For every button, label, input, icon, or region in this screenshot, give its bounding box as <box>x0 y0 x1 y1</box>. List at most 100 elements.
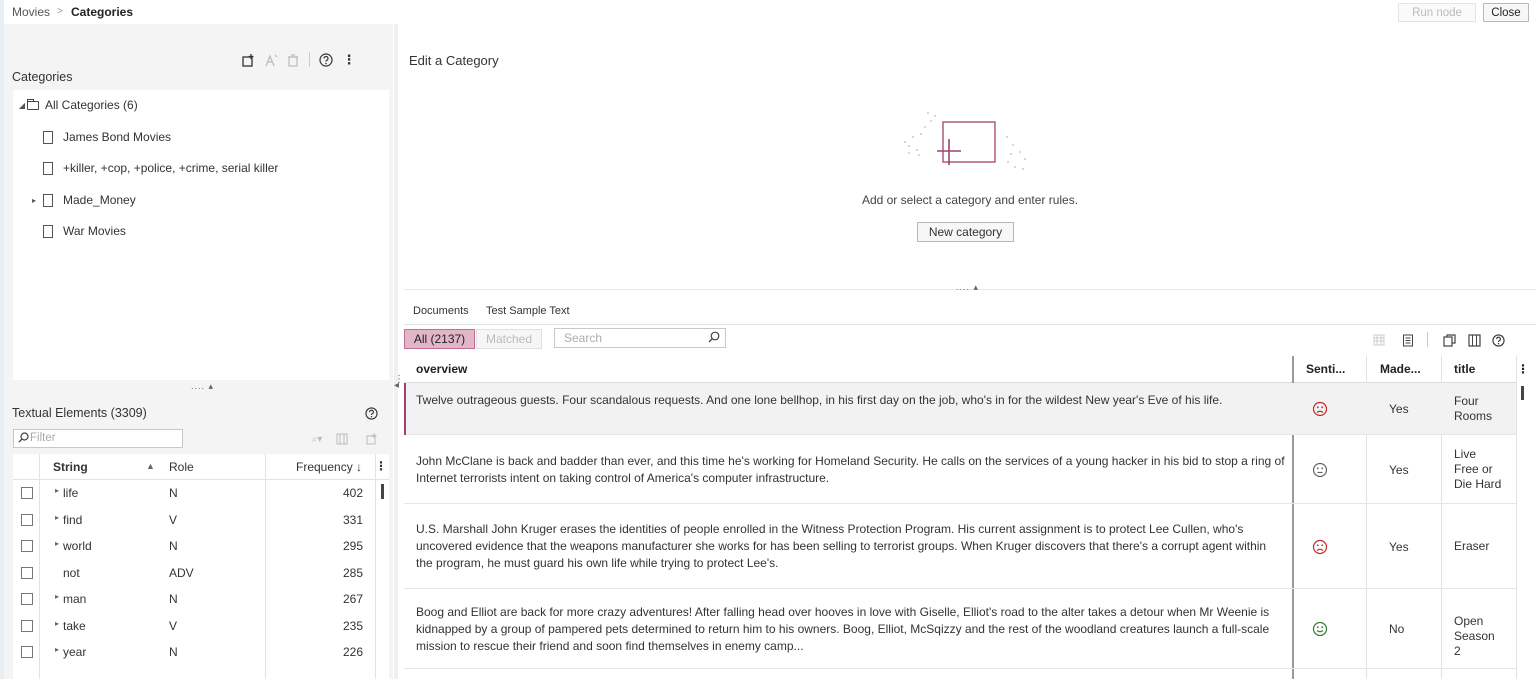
breadcrumb-separator: > <box>57 6 63 17</box>
cell-string: find <box>63 512 83 527</box>
filter-all-button[interactable]: All (2137) <box>404 329 475 349</box>
columns-icon[interactable] <box>1466 332 1482 348</box>
left-splitter-handle[interactable]: .... ▴ <box>191 381 214 392</box>
export-icon[interactable] <box>364 431 380 447</box>
table-row[interactable]: ▸ world N 295 <box>13 533 389 559</box>
scrollbar-thumb[interactable] <box>1521 386 1524 400</box>
collapsed-caret-icon[interactable]: ▸ <box>29 196 39 205</box>
table-row[interactable]: ▸ man N 267 <box>13 586 389 612</box>
cell-overview: John McClane is back and badder than eve… <box>416 453 1285 485</box>
run-node-button[interactable]: Run node <box>1398 3 1476 22</box>
column-header-made[interactable]: Made... <box>1380 356 1421 383</box>
cell-string: year <box>63 645 87 659</box>
tab-test-sample-text[interactable]: Test Sample Text <box>486 305 570 317</box>
grid-view-icon[interactable] <box>1371 332 1387 348</box>
table-row[interactable]: John McClane is back and badder than eve… <box>404 435 1516 504</box>
search-options-icon[interactable]: ⌕▾ <box>309 431 325 447</box>
cell-made: Yes <box>1389 462 1409 477</box>
row-checkbox[interactable] <box>21 619 33 632</box>
add-category-illustration-icon <box>895 107 1035 177</box>
search-icon <box>708 331 720 346</box>
column-menu-icon[interactable]: ⋮ <box>1517 356 1529 383</box>
help-icon[interactable] <box>1490 332 1506 348</box>
row-checkbox[interactable] <box>21 487 33 499</box>
row-checkbox[interactable] <box>21 540 33 552</box>
row-checkbox[interactable] <box>21 593 33 605</box>
filter-matched-button[interactable]: Matched <box>476 329 542 349</box>
column-menu-icon[interactable]: ⋮ <box>375 459 387 473</box>
cell-role: N <box>169 645 178 659</box>
close-button[interactable]: Close <box>1483 3 1529 22</box>
table-row[interactable]: ▸ life N 402 <box>13 480 389 506</box>
column-header-frequency[interactable]: Frequency ↓ <box>296 460 362 474</box>
table-row[interactable]: ▸ take V 235 <box>13 613 389 639</box>
row-checkbox[interactable] <box>21 566 33 579</box>
tree-item-all-categories[interactable]: ◢ All Categories (6) <box>17 95 138 115</box>
vertical-splitter[interactable] <box>394 24 398 679</box>
cell-frequency: 402 <box>342 486 363 500</box>
column-header-title[interactable]: title <box>1454 356 1475 383</box>
tree-item-label: +killer, +cop, +police, +crime, serial k… <box>63 161 279 175</box>
column-header-sentiment[interactable]: Senti... <box>1306 356 1345 383</box>
filter-input[interactable]: Filter <box>13 429 183 448</box>
tree-item-crime-rules[interactable]: +killer, +cop, +police, +crime, serial k… <box>43 158 278 178</box>
more-options-icon[interactable]: ⋮ <box>341 52 357 68</box>
cell-frequency: 285 <box>342 565 363 580</box>
table-row[interactable]: U.S. Marshall John Kruger erases the ide… <box>404 504 1516 589</box>
cell-string: not <box>63 565 80 580</box>
expand-caret-icon[interactable]: ▸ <box>55 592 59 601</box>
copy-icon[interactable] <box>1441 332 1457 348</box>
cell-title: Four Rooms <box>1454 394 1493 423</box>
table-header: String ▲ Role Frequency ↓ ⋮ <box>13 454 389 480</box>
breadcrumb-movies[interactable]: Movies <box>12 5 50 19</box>
table-row[interactable]: not ADV 285 <box>13 560 389 586</box>
categories-title: Categories <box>12 70 73 84</box>
cell-made: No <box>1389 622 1405 636</box>
expand-caret-icon[interactable]: ▸ <box>55 513 59 522</box>
cell-frequency: 295 <box>342 539 363 553</box>
tree-item-war-movies[interactable]: War Movies <box>43 221 126 241</box>
new-category-button[interactable]: New category <box>917 222 1014 242</box>
expand-caret-icon[interactable]: ◢ <box>17 101 27 110</box>
cell-string: life <box>63 486 79 500</box>
row-checkbox[interactable] <box>21 646 33 658</box>
table-row[interactable]: ▸ year N 226 <box>13 639 389 665</box>
document-icon <box>43 193 53 207</box>
help-icon[interactable] <box>318 52 334 68</box>
tree-item-james-bond[interactable]: James Bond Movies <box>43 127 171 147</box>
tab-documents[interactable]: Documents <box>413 305 469 317</box>
table-row[interactable]: Boog and Elliot are back for more crazy … <box>404 589 1516 669</box>
add-category-icon[interactable] <box>240 52 256 68</box>
sort-asc-icon[interactable]: ▲ <box>146 461 155 471</box>
toolbar-divider <box>1427 332 1428 347</box>
document-icon <box>43 224 53 238</box>
sentiment-negative-icon <box>1312 539 1328 555</box>
tree-item-label: War Movies <box>63 224 126 238</box>
document-icon <box>43 130 53 144</box>
rename-icon[interactable] <box>263 52 279 68</box>
column-header-role[interactable]: Role <box>169 460 194 474</box>
cell-string: take <box>63 618 86 633</box>
table-header <box>404 356 1516 383</box>
expand-caret-icon[interactable]: ▸ <box>55 619 59 628</box>
columns-icon[interactable] <box>334 431 350 447</box>
document-view-icon[interactable] <box>1400 332 1416 348</box>
row-checkbox[interactable] <box>21 513 33 526</box>
table-row[interactable]: ▸ find V 331 <box>13 507 389 533</box>
app-root: Movies > Categories Run node Close ⋮ Cat… <box>0 0 1536 679</box>
right-splitter-handle[interactable]: .... ▴ <box>956 282 979 293</box>
document-icon <box>43 161 53 175</box>
splitter-grip-icon[interactable]: ⋮ ◂ <box>394 375 404 391</box>
expand-caret-icon[interactable]: ▸ <box>55 486 59 495</box>
column-header-overview[interactable]: overview <box>416 356 467 383</box>
delete-icon[interactable] <box>285 52 301 68</box>
search-input[interactable]: Search <box>554 328 726 348</box>
expand-caret-icon[interactable]: ▸ <box>55 645 59 654</box>
table-row[interactable]: Twelve outrageous guests. Four scandalou… <box>404 383 1516 435</box>
documents-table: overview Senti... Made... title ⋮ Twelve… <box>404 356 1532 679</box>
expand-caret-icon[interactable]: ▸ <box>55 539 59 548</box>
tree-item-made-money[interactable]: ▸ Made_Money <box>29 190 136 210</box>
column-header-string[interactable]: String <box>53 460 88 474</box>
column-divider <box>1516 356 1517 679</box>
help-icon[interactable] <box>363 405 379 421</box>
